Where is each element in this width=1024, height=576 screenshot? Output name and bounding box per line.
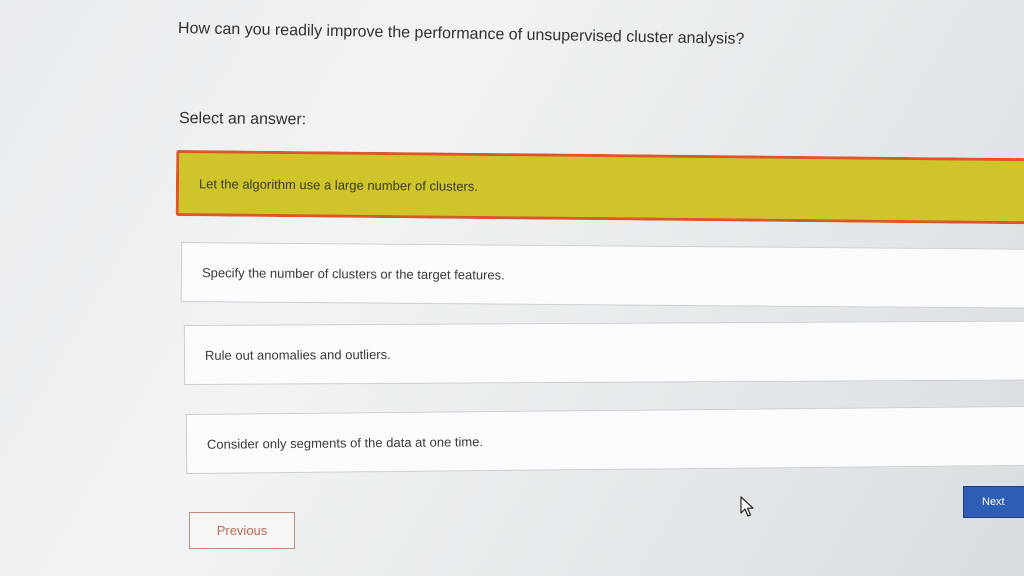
mouse-pointer-icon <box>740 496 754 517</box>
answer-option-label: Specify the number of clusters or the ta… <box>201 264 505 283</box>
answer-option-label: Rule out anomalies and outliers. <box>204 346 391 363</box>
previous-button[interactable]: Previous <box>189 512 295 549</box>
answer-option-label: Let the algorithm use a large number of … <box>198 175 478 194</box>
answer-option-4[interactable]: Consider only segments of the data at on… <box>185 405 1024 474</box>
next-button[interactable]: Next <box>963 486 1024 518</box>
answer-option-2[interactable]: Specify the number of clusters or the ta… <box>180 242 1024 309</box>
answer-prompt: Select an answer: <box>178 110 307 129</box>
question-text: How can you readily improve the performa… <box>177 20 745 48</box>
answer-option-3[interactable]: Rule out anomalies and outliers. <box>183 320 1024 385</box>
answer-option-label: Consider only segments of the data at on… <box>206 433 484 452</box>
answer-option-1[interactable]: Let the algorithm use a large number of … <box>175 150 1024 225</box>
